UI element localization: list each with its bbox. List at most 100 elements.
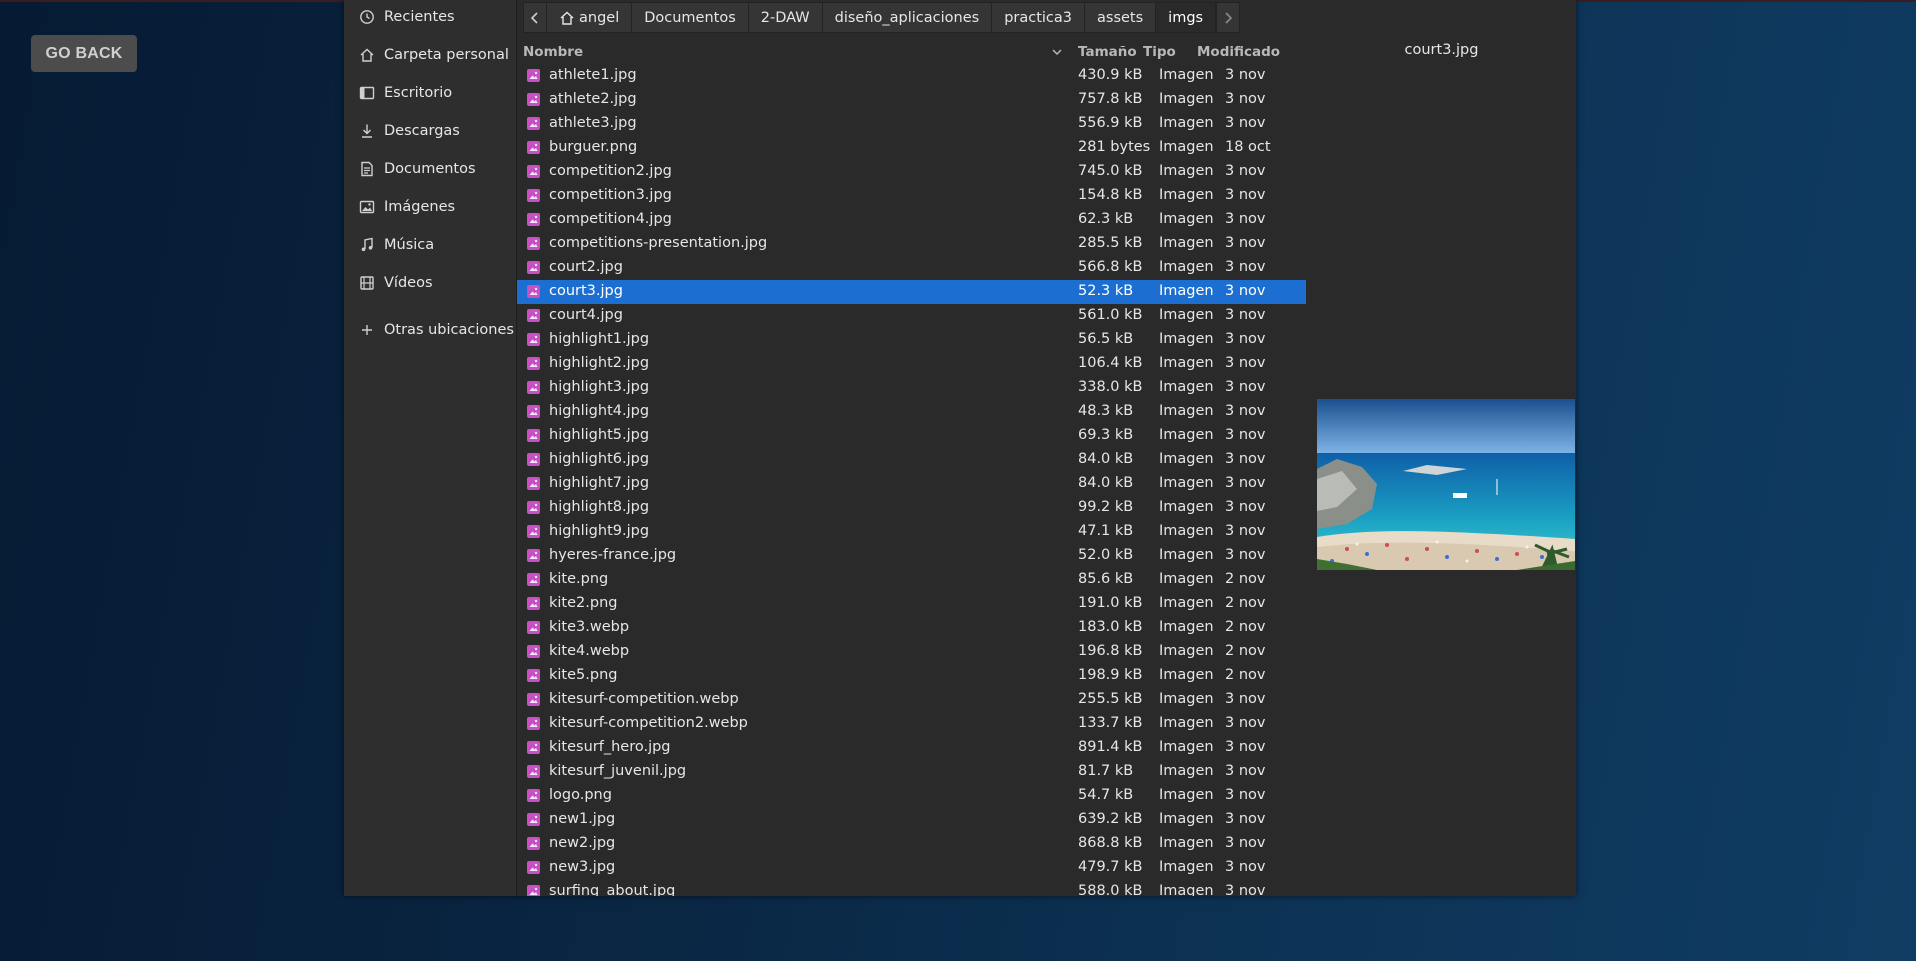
file-size: 757.8 kB	[1078, 91, 1143, 107]
file-row[interactable]: kitesurf_juvenil.jpg 81.7 kB Imagen 3 nov	[517, 760, 1306, 784]
file-row[interactable]: burguer.png 281 bytes Imagen 18 oct	[517, 136, 1306, 160]
column-name-header[interactable]: Nombre	[523, 44, 583, 60]
file-modified: 3 nov	[1225, 259, 1266, 275]
file-row[interactable]: highlight8.jpg 99.2 kB Imagen 3 nov	[517, 496, 1306, 520]
file-row[interactable]: court4.jpg 561.0 kB Imagen 3 nov	[517, 304, 1306, 328]
sidebar-item-otras-ubicaciones[interactable]: Otras ubicaciones	[358, 318, 514, 342]
file-row[interactable]: competitions-presentation.jpg 285.5 kB Ima…	[517, 232, 1306, 256]
path-crumb-angel[interactable]: angel	[547, 2, 633, 33]
file-row[interactable]: highlight6.jpg 84.0 kB Imagen 3 nov	[517, 448, 1306, 472]
path-crumb-2-daw[interactable]: 2-DAW	[748, 2, 823, 33]
file-size: 745.0 kB	[1078, 163, 1143, 179]
sidebar-item-música[interactable]: Música	[358, 233, 434, 257]
file-row[interactable]: highlight4.jpg 48.3 kB Imagen 3 nov	[517, 400, 1306, 424]
file-row[interactable]: court3.jpg 52.3 kB Imagen 3 nov	[517, 280, 1306, 304]
file-row[interactable]: kite3.webp 183.0 kB Imagen 2 nov	[517, 616, 1306, 640]
sidebar-item-recientes[interactable]: Recientes	[358, 5, 455, 29]
path-crumb-label: diseño_aplicaciones	[834, 9, 980, 26]
file-row[interactable]: logo.png 54.7 kB Imagen 3 nov	[517, 784, 1306, 808]
file-modified: 3 nov	[1225, 283, 1266, 299]
file-name: competition2.jpg	[549, 163, 672, 179]
file-row[interactable]: athlete3.jpg 556.9 kB Imagen 3 nov	[517, 112, 1306, 136]
path-crumb-assets[interactable]: assets	[1085, 2, 1157, 33]
file-row[interactable]: kite4.webp 196.8 kB Imagen 2 nov	[517, 640, 1306, 664]
file-row[interactable]: competition2.jpg 745.0 kB Imagen 3 nov	[517, 160, 1306, 184]
file-size: 62.3 kB	[1078, 211, 1134, 227]
file-type: Imagen	[1159, 595, 1214, 611]
file-name: highlight3.jpg	[549, 379, 650, 395]
path-crumb-practica3[interactable]: practica3	[992, 2, 1086, 33]
file-row[interactable]: athlete1.jpg 430.9 kB Imagen 3 nov	[517, 64, 1306, 88]
file-row[interactable]: kitesurf_hero.jpg 891.4 kB Imagen 3 nov	[517, 736, 1306, 760]
file-size: 281 bytes	[1078, 139, 1151, 155]
sidebar-item-documentos[interactable]: Documentos	[358, 157, 476, 181]
file-name: athlete1.jpg	[549, 67, 637, 83]
path-crumb-documentos[interactable]: Documentos	[632, 2, 749, 33]
file-modified: 2 nov	[1225, 595, 1266, 611]
file-row[interactable]: kite.png 85.6 kB Imagen 2 nov	[517, 568, 1306, 592]
sidebar-item-escritorio[interactable]: Escritorio	[358, 81, 452, 105]
file-row[interactable]: surfing_about.jpg 588.0 kB Imagen 3 nov	[517, 880, 1306, 896]
file-type: Imagen	[1159, 235, 1214, 251]
go-back-button[interactable]: GO BACK	[31, 35, 137, 72]
file-rows: athlete1.jpg 430.9 kB Imagen 3 nov athlete2.…	[517, 64, 1306, 896]
image-file-icon	[527, 501, 540, 514]
file-row[interactable]: new1.jpg 639.2 kB Imagen 3 nov	[517, 808, 1306, 832]
file-size: 52.0 kB	[1078, 547, 1134, 563]
image-file-icon	[527, 453, 540, 466]
file-type: Imagen	[1159, 139, 1214, 155]
sidebar-item-vídeos[interactable]: Vídeos	[358, 271, 433, 295]
sidebar-item-descargas[interactable]: Descargas	[358, 119, 460, 143]
file-modified: 3 nov	[1225, 235, 1266, 251]
file-row[interactable]: kitesurf-competition2.webp 133.7 kB Imagen…	[517, 712, 1306, 736]
file-size: 255.5 kB	[1078, 691, 1143, 707]
file-size: 84.0 kB	[1078, 475, 1134, 491]
path-crumb-dise-o-aplicaciones[interactable]: diseño_aplicaciones	[822, 2, 993, 33]
path-bar: angel Documentos 2-DAW diseño_aplicaciones p…	[523, 2, 1241, 33]
file-row[interactable]: new2.jpg 868.8 kB Imagen 3 nov	[517, 832, 1306, 856]
file-row[interactable]: competition3.jpg 154.8 kB Imagen 3 nov	[517, 184, 1306, 208]
file-size: 106.4 kB	[1078, 355, 1143, 371]
file-row[interactable]: kitesurf-competition.webp 255.5 kB Imagen 3…	[517, 688, 1306, 712]
file-modified: 3 nov	[1225, 499, 1266, 515]
path-forward-chevron-icon[interactable]	[1216, 2, 1241, 33]
file-row[interactable]: kite2.png 191.0 kB Imagen 2 nov	[517, 592, 1306, 616]
column-size-header[interactable]: Tamaño	[1078, 44, 1137, 60]
file-name: logo.png	[549, 787, 612, 803]
file-row[interactable]: highlight2.jpg 106.4 kB Imagen 3 nov	[517, 352, 1306, 376]
file-row[interactable]: court2.jpg 566.8 kB Imagen 3 nov	[517, 256, 1306, 280]
path-crumb-label: angel	[579, 9, 620, 26]
file-size: 430.9 kB	[1078, 67, 1143, 83]
places-sidebar: Recientes Carpeta personal Escritorio Desca…	[344, 0, 517, 896]
file-size: 54.7 kB	[1078, 787, 1134, 803]
file-size: 133.7 kB	[1078, 715, 1143, 731]
file-type: Imagen	[1159, 859, 1214, 875]
file-row[interactable]: highlight3.jpg 338.0 kB Imagen 3 nov	[517, 376, 1306, 400]
file-modified: 3 nov	[1225, 859, 1266, 875]
file-size: 48.3 kB	[1078, 403, 1134, 419]
file-row[interactable]: hyeres-france.jpg 52.0 kB Imagen 3 nov	[517, 544, 1306, 568]
file-row[interactable]: athlete2.jpg 757.8 kB Imagen 3 nov	[517, 88, 1306, 112]
file-modified: 3 nov	[1225, 307, 1266, 323]
file-type: Imagen	[1159, 523, 1214, 539]
file-row[interactable]: kite5.png 198.9 kB Imagen 2 nov	[517, 664, 1306, 688]
file-row[interactable]: highlight5.jpg 69.3 kB Imagen 3 nov	[517, 424, 1306, 448]
image-file-icon	[527, 189, 540, 202]
sidebar-item-imágenes[interactable]: Imágenes	[358, 195, 455, 219]
file-size: 639.2 kB	[1078, 811, 1143, 827]
path-crumb-imgs[interactable]: imgs	[1156, 2, 1217, 33]
path-back-chevron-icon[interactable]	[523, 2, 547, 33]
sort-chevron-down-icon[interactable]	[1051, 46, 1063, 58]
image-file-icon	[527, 597, 540, 610]
file-row[interactable]: highlight9.jpg 47.1 kB Imagen 3 nov	[517, 520, 1306, 544]
file-name: highlight8.jpg	[549, 499, 650, 515]
file-modified: 2 nov	[1225, 667, 1266, 683]
file-row[interactable]: new3.jpg 479.7 kB Imagen 3 nov	[517, 856, 1306, 880]
file-row[interactable]: highlight7.jpg 84.0 kB Imagen 3 nov	[517, 472, 1306, 496]
column-type-header[interactable]: Tipo	[1143, 44, 1176, 60]
column-modified-header[interactable]: Modificado	[1197, 44, 1280, 60]
file-row[interactable]: highlight1.jpg 56.5 kB Imagen 3 nov	[517, 328, 1306, 352]
file-row[interactable]: competition4.jpg 62.3 kB Imagen 3 nov	[517, 208, 1306, 232]
file-type: Imagen	[1159, 355, 1214, 371]
sidebar-item-carpeta-personal[interactable]: Carpeta personal	[358, 43, 509, 67]
